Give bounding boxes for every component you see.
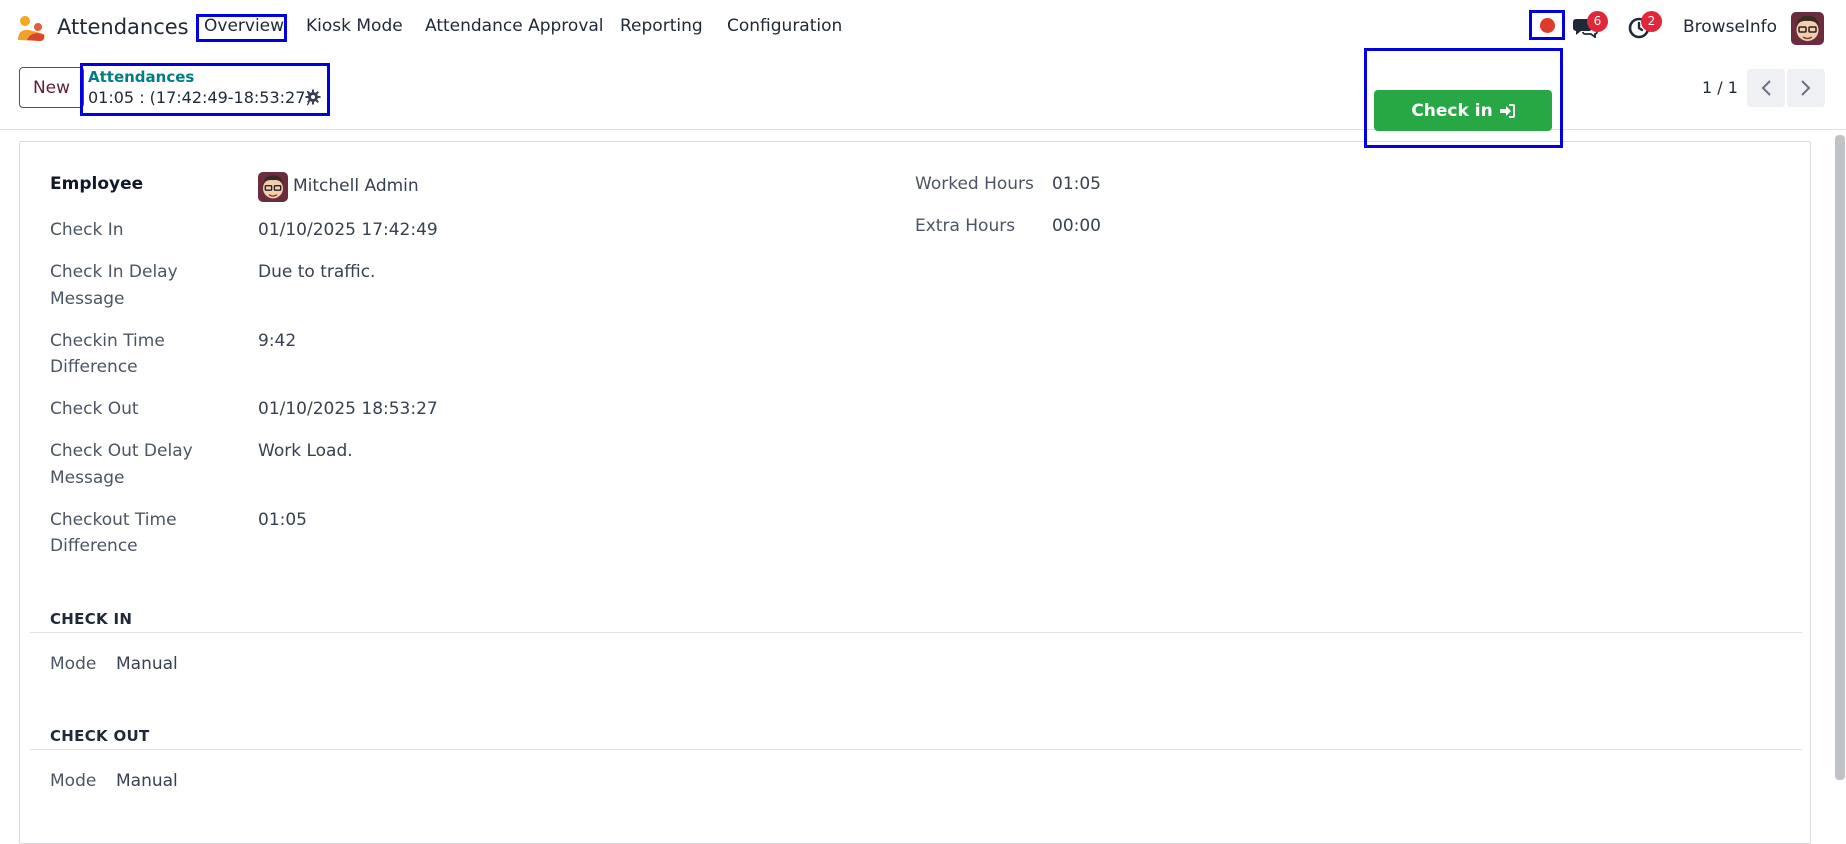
- check-in-delay-label-line1: Check In Delay: [50, 262, 178, 282]
- highlight-breadcrumb: [80, 63, 330, 116]
- check-out-section-divider: [30, 749, 1802, 750]
- user-menu-name[interactable]: BrowseInfo: [1683, 17, 1777, 37]
- menu-kiosk-mode[interactable]: Kiosk Mode: [306, 16, 403, 36]
- checkin-diff-value: 9:42: [258, 331, 297, 351]
- app-name[interactable]: Attendances: [57, 15, 189, 39]
- chevron-left-icon: [1761, 80, 1771, 96]
- check-in-mode-value: Manual: [116, 654, 178, 674]
- check-out-delay-label-line1: Check Out Delay: [50, 441, 193, 461]
- check-in-section-title: CHECK IN: [50, 610, 133, 628]
- check-in-mode-label: Mode: [50, 654, 97, 674]
- page-scrollbar[interactable]: [1835, 135, 1845, 780]
- pager-next-button[interactable]: [1787, 69, 1825, 107]
- chat-count-badge: 6: [1587, 11, 1608, 32]
- highlight-check-in-popover: [1364, 48, 1563, 148]
- check-out-mode-label: Mode: [50, 771, 97, 791]
- check-out-mode-value: Manual: [116, 771, 178, 791]
- check-out-delay-label-line2: Message: [50, 468, 125, 488]
- worked-hours-value: 01:05: [1052, 174, 1101, 194]
- activity-count-badge: 2: [1641, 11, 1662, 32]
- pager-previous-button[interactable]: [1747, 69, 1785, 107]
- app-logo-icon[interactable]: [16, 14, 46, 42]
- check-in-value: 01/10/2025 17:42:49: [258, 220, 438, 240]
- highlight-recording-indicator: [1529, 10, 1565, 40]
- extra-hours-label: Extra Hours: [915, 216, 1016, 236]
- pager-value[interactable]: 1 / 1: [1702, 78, 1738, 97]
- employee-label: Employee: [50, 174, 144, 194]
- user-avatar[interactable]: [1791, 12, 1824, 45]
- checkin-diff-label-line1: Checkin Time: [50, 331, 165, 351]
- employee-avatar: [258, 172, 288, 202]
- check-in-label: Check In: [50, 220, 124, 240]
- extra-hours-value: 00:00: [1052, 216, 1101, 236]
- highlight-overview-menu: [196, 14, 287, 42]
- form-sheet: Employee Mitchell Admin Check In 01/10/2…: [19, 141, 1811, 844]
- chevron-right-icon: [1801, 80, 1811, 96]
- menu-reporting[interactable]: Reporting: [620, 16, 703, 36]
- menu-attendance-approval[interactable]: Attendance Approval: [425, 16, 604, 36]
- check-in-section-divider: [30, 632, 1802, 633]
- check-out-value: 01/10/2025 18:53:27: [258, 399, 438, 419]
- menu-configuration[interactable]: Configuration: [727, 16, 842, 36]
- checkout-diff-label-line2: Difference: [50, 536, 138, 556]
- check-out-section-title: CHECK OUT: [50, 727, 150, 745]
- check-out-label: Check Out: [50, 399, 139, 419]
- checkin-diff-label-line2: Difference: [50, 357, 138, 377]
- check-in-delay-label-line2: Message: [50, 289, 125, 309]
- check-out-delay-value: Work Load.: [258, 441, 353, 461]
- check-in-delay-value: Due to traffic.: [258, 262, 376, 282]
- worked-hours-label: Worked Hours: [915, 174, 1034, 194]
- new-button[interactable]: New: [19, 67, 84, 108]
- checkout-diff-value: 01:05: [258, 510, 307, 530]
- checkout-diff-label-line1: Checkout Time: [50, 510, 177, 530]
- employee-value[interactable]: Mitchell Admin: [293, 173, 419, 200]
